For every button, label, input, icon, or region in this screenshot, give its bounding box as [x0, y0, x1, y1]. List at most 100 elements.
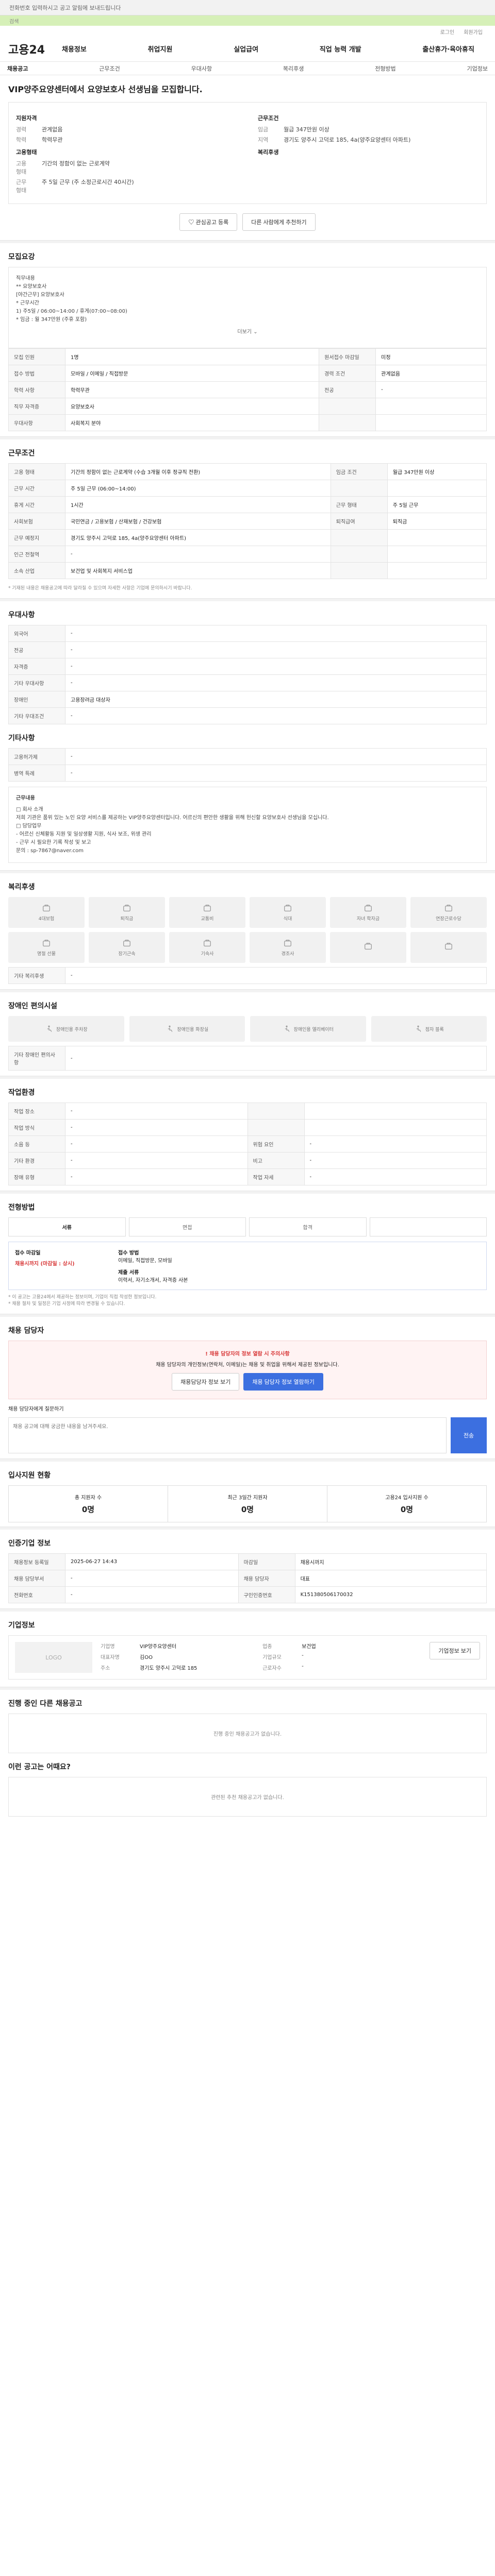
table-row: 기타 우대조건 - [8, 707, 487, 724]
welfare-item: 연장근로수당 [410, 897, 487, 928]
send-button[interactable]: 전송 [451, 1417, 487, 1453]
view-contact-button[interactable]: 채용담당자 정보 보기 [172, 1373, 240, 1391]
section-selection: 전형방법 [8, 1204, 35, 1212]
section-recruit: 모집요강 [8, 253, 35, 261]
divider [0, 240, 495, 243]
divider [0, 436, 495, 439]
table-row: 병역 특례 - [8, 765, 487, 782]
divider [0, 1314, 495, 1317]
benefit-icon [445, 904, 452, 911]
chevron-down-icon: ⌄ [253, 329, 258, 335]
util-menu: 로그인 회원가입 [0, 28, 495, 36]
welfare-item: 퇴직금 [89, 897, 165, 928]
section-etc: 기타사항 [8, 734, 35, 742]
step-pass: 합격 [249, 1217, 367, 1236]
benefit-icon [284, 904, 291, 911]
disabled-grid: 장애인용 주차장 장애인용 화장실 장애인용 엘리베이터 점자 블록 [8, 1016, 487, 1042]
section-contact: 채용 담당자 [8, 1327, 44, 1335]
company-detail-button[interactable]: 기업정보 보기 [430, 1642, 480, 1659]
welfare-item: 장기근속 [89, 932, 165, 963]
share-button[interactable]: 다른 사람에게 추천하기 [242, 213, 316, 231]
welfare-item: 경조사 [250, 932, 326, 963]
job-summary: 지원자격 경력 관계없음 학력 학력무관 고용형태 고용형태 기간의 정함이 없는 근… [8, 102, 487, 204]
step-document: 서류 [8, 1217, 126, 1236]
table-row: 소음 등 - 위험 요인 - [8, 1136, 487, 1153]
login-link[interactable]: 로그인 [440, 28, 455, 36]
step-interview: 면접 [128, 1217, 246, 1236]
section-registration: 인증기업 정보 [8, 1539, 51, 1548]
signup-link[interactable]: 회원가입 [464, 28, 483, 36]
table-row: 근무 예정지 경기도 양주시 고덕로 185, 4a(양주요양센터 아파트) [8, 529, 487, 546]
table-row: 근무 시간 주 5일 근무 (06:00~14:00) [8, 480, 487, 497]
accessibility-icon [47, 1025, 52, 1032]
nav-item[interactable]: 채용정보 [55, 44, 94, 54]
section-company: 기업정보 [8, 1621, 35, 1630]
benefit-icon [204, 939, 211, 946]
etc-table: 고용허가제 - 병역 특례 - [8, 748, 487, 782]
global-nav: 고용24 채용정보 취업지원 실업급여 직업 능력 개발 출산휴가·육아휴직 [0, 36, 495, 62]
search-bar[interactable]: 검색 [0, 15, 495, 26]
section-tabs: 채용공고 근무조건 우대사항 복리후생 전형방법 기업정보 [0, 62, 495, 75]
company-card: LOGO 기업명 VIP양주요양센터 업종 보건업 대표자명 김OO 기업규모 - 주소 경기도 … [8, 1635, 487, 1680]
tab-welfare[interactable]: 복리후생 [283, 64, 304, 73]
open-contact-button[interactable]: 채용 담당자 정보 열람하기 [243, 1373, 323, 1391]
preference-table: 외국어 - 전공 - 자격증 - 기타 우대사항 - 장애인 고용장려금 대상자 기타 우대조건 - [8, 625, 487, 724]
welfare-item: 교통비 [169, 897, 245, 928]
recruit-description: 직무내용 ** 요양보호사 [야간근무] 요양보호사 * 근무시간 1) 주5일… [8, 267, 487, 348]
table-row: 장애 유형 - 작업 자세 - [8, 1168, 487, 1185]
nav-item[interactable]: 실업급여 [226, 44, 266, 54]
nav-item[interactable]: 취업지원 [141, 44, 180, 54]
table-row: 장애인 고용장려금 대상자 [8, 691, 487, 708]
nav-item[interactable]: 직업 능력 개발 [312, 44, 369, 54]
section-preference: 우대사항 [8, 611, 35, 619]
section-disabled: 장애인 편의시설 [8, 1002, 58, 1010]
summary-heading: 고용형태 [16, 149, 37, 156]
benefit-icon [365, 904, 372, 911]
company-logo: LOGO [15, 1642, 92, 1673]
table-row: 학력 사항 학력무관 전공 - [8, 381, 487, 398]
recommend-empty: 관련된 추천 채용공고가 없습니다. [8, 1777, 487, 1817]
tab-selection[interactable]: 전형방법 [375, 64, 395, 73]
table-row: 인근 전철역 - [8, 546, 487, 563]
table-row: 직무 자격증 요양보호사 [8, 398, 487, 415]
welfare-grid: 4대보험 퇴직금 교통비 식대 자녀 학자금 연장근로수당 명절 선물 장기근속 기숙사 경조사 [8, 897, 487, 963]
more-button[interactable]: 더보기 ⌄ [16, 324, 479, 341]
benefit-icon [43, 939, 50, 946]
table-row: 우대사항 사회복지 분야 [8, 414, 487, 431]
table-row: 고용허가제 - [8, 748, 487, 765]
divider [0, 1191, 495, 1194]
condition-table: 고용 형태 기간의 정함이 없는 근로계약 (수습 3개월 이후 정규직 전환) 임… [8, 463, 487, 579]
table-row: 휴게 시간 1시간 근무 형태 주 5일 근무 [8, 496, 487, 513]
welfare-item: 기숙사 [169, 932, 245, 963]
tab-condition[interactable]: 근무조건 [99, 64, 120, 73]
accessibility-icon [285, 1025, 289, 1032]
welfare-item: 명절 선물 [8, 932, 85, 963]
table-row: 전공 - [8, 641, 487, 658]
divider [0, 1687, 495, 1690]
divider [0, 1076, 495, 1079]
welfare-item: 자녀 학자금 [330, 897, 406, 928]
benefit-icon [123, 939, 130, 946]
table-row: 외국어 - [8, 625, 487, 642]
inquiry-input[interactable] [8, 1417, 447, 1453]
table-row: 소속 산업 보건업 및 사회복지 서비스업 [8, 562, 487, 579]
divider [0, 870, 495, 873]
registration-table: 채용정보 등록일 2025-06-27 14:43 마감일 채용시까지 채용 담당부서 -… [8, 1553, 487, 1603]
divider [0, 598, 495, 601]
divider [0, 1527, 495, 1530]
step-empty [369, 1217, 487, 1236]
benefit-icon [123, 904, 130, 911]
divider [0, 989, 495, 992]
favorite-button[interactable]: ♡ 관심공고 등록 [179, 213, 238, 231]
tab-recruit[interactable]: 채용공고 [7, 64, 28, 73]
tab-company[interactable]: 기업정보 [467, 64, 487, 73]
nav-item[interactable]: 출산휴가·육아휴직 [415, 44, 482, 54]
table-row: 자격증 - [8, 658, 487, 675]
tab-preference[interactable]: 우대사항 [191, 64, 212, 73]
table-row: 사회보험 국민연금 / 고용보험 / 산재보험 / 건강보험 퇴직급여 퇴직금 [8, 513, 487, 530]
logo[interactable]: 고용24 [8, 41, 55, 57]
application-stats: 총 지원자 수 0명 최근 3일간 지원자 0명 고용24 입사지원 수 0명 [8, 1485, 487, 1522]
job-title: VIP양주요양센터에서 요양보호사 선생님을 모집합니다. [8, 84, 203, 94]
other-jobs-empty: 진행 중인 채용공고가 없습니다. [8, 1714, 487, 1753]
accessibility-icon [416, 1025, 421, 1032]
